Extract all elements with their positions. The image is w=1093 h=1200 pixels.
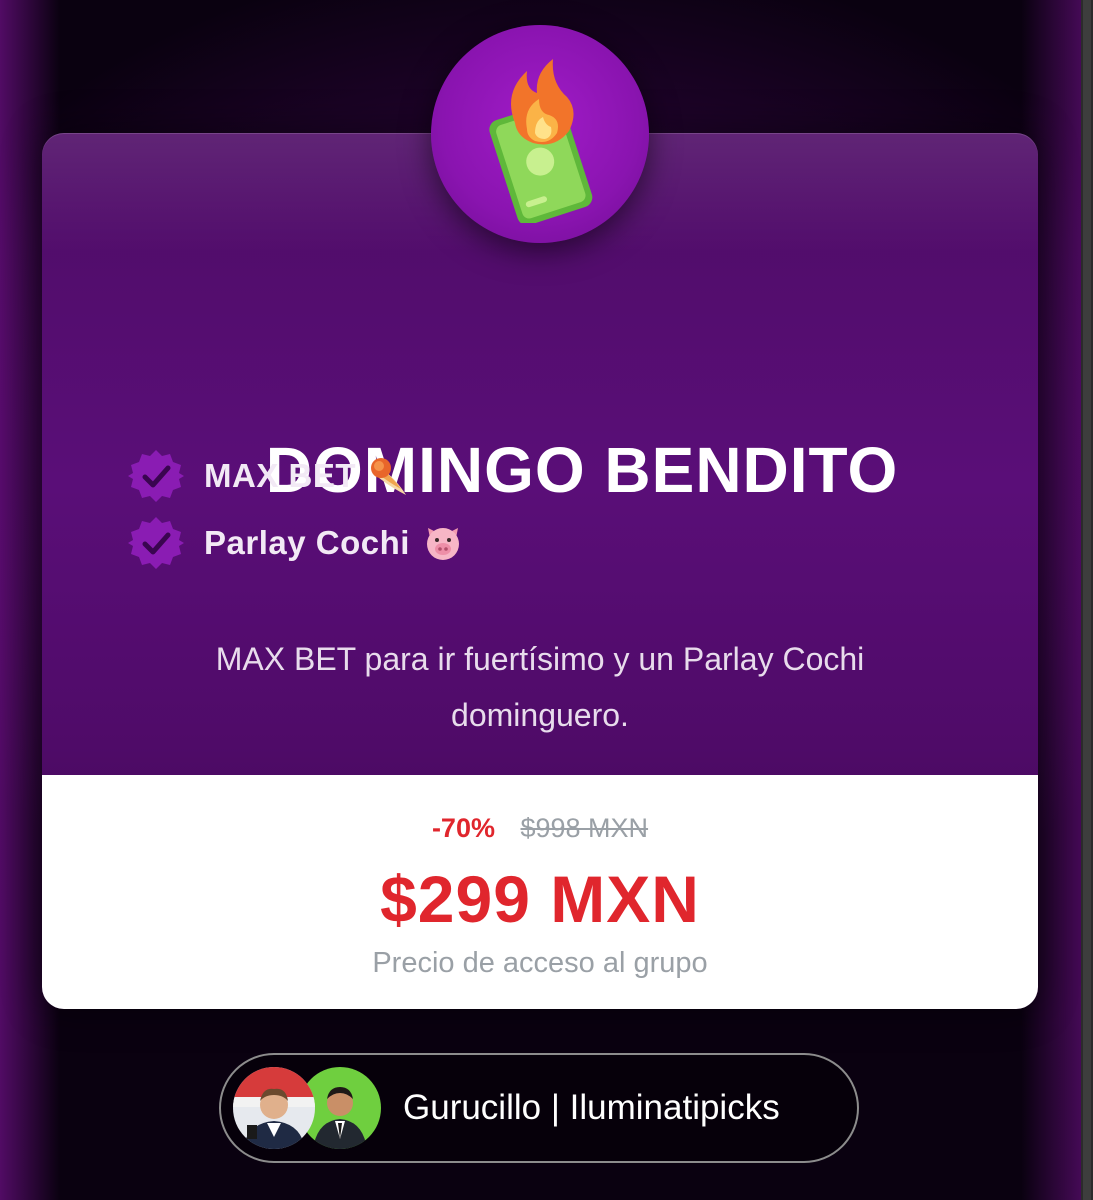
price-panel: -70% $998 MXN $299 MXN Precio de acceso … bbox=[42, 775, 1038, 1009]
verified-check-icon bbox=[128, 450, 184, 502]
money-on-fire-icon bbox=[489, 59, 593, 223]
promo-description: MAX BET para ir fuertísimo y un Parlay C… bbox=[215, 641, 865, 733]
scrollbar-thumb[interactable] bbox=[1083, 0, 1091, 1200]
verified-check-icon bbox=[128, 517, 184, 569]
avatar-gurucillo bbox=[233, 1067, 315, 1149]
discount-badge: -70% bbox=[431, 813, 495, 843]
price-caption: Precio de acceso al grupo bbox=[372, 947, 708, 979]
promo-card: DOMINGO BENDITO MAX BET Parlay Cochi MAX… bbox=[42, 133, 1038, 1009]
feature-label: Parlay Cochi bbox=[204, 524, 410, 561]
feature-item-parlay-cochi: Parlay Cochi bbox=[128, 514, 464, 572]
scrollbar[interactable] bbox=[1081, 0, 1093, 1200]
pig-face-icon bbox=[426, 528, 459, 560]
original-price: $998 MXN bbox=[520, 813, 649, 843]
comet-icon bbox=[371, 458, 406, 495]
promo-icon-circle bbox=[431, 25, 649, 243]
feature-item-max-bet: MAX BET bbox=[128, 447, 410, 505]
current-price: $299 MXN bbox=[380, 862, 700, 936]
author-name: Gurucillo | Iluminatipicks bbox=[403, 1088, 780, 1127]
feature-label: MAX BET bbox=[204, 457, 356, 494]
price-discount-row: -70% $998 MXN bbox=[42, 813, 1038, 844]
author-chip[interactable]: Gurucillo | Iluminatipicks bbox=[219, 1053, 859, 1163]
